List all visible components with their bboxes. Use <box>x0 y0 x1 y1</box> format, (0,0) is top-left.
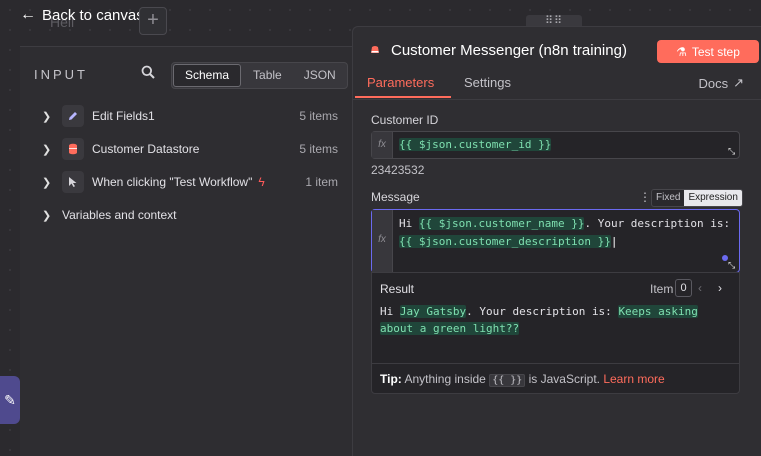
chevron-right-icon: ❯ <box>42 176 52 189</box>
chevron-left-icon[interactable]: ‹ <box>698 281 702 295</box>
node-parameters-panel: Customer Messenger (n8n training) ⚗ Test… <box>352 26 761 456</box>
variables-label: Variables and context <box>62 208 177 222</box>
back-to-canvas-link[interactable]: ← Back to canvas <box>20 6 144 24</box>
node-title: Customer Messenger (n8n training) <box>367 42 627 59</box>
message-prefix: Hi <box>399 217 419 230</box>
database-icon <box>62 138 84 160</box>
fixed-expression-toggle: Fixed Expression <box>651 189 743 207</box>
chevron-right-icon: ❯ <box>42 110 52 123</box>
arrow-left-icon: ← <box>20 6 36 23</box>
expression-token: {{ $json.customer_description }} <box>399 235 611 248</box>
docs-label: Docs <box>698 75 729 91</box>
search-icon[interactable] <box>141 65 155 79</box>
chevron-right-icon: ❯ <box>42 143 52 156</box>
fx-icon: fx <box>372 210 393 272</box>
input-node-count: 5 items <box>299 109 338 123</box>
message-label: Message <box>371 190 420 204</box>
result-label: Result <box>380 282 415 296</box>
input-node-row[interactable]: ❯ Customer Datastore 5 items <box>42 138 342 160</box>
input-node-label: Customer Datastore <box>92 142 200 156</box>
lightning-icon: ϟ <box>258 175 265 189</box>
expression-token: {{ $json.customer_id }} <box>399 138 552 151</box>
item-label: Item <box>650 282 674 296</box>
input-node-count: 1 item <box>305 175 338 189</box>
variables-row[interactable]: ❯ Variables and context <box>42 204 342 226</box>
input-title: INPUT <box>34 67 88 82</box>
mode-expression[interactable]: Expression <box>684 190 742 206</box>
external-link-icon: ↗ <box>733 75 744 90</box>
result-preview: Result Item 0 ‹ › Hi Jay Gatsby. Your de… <box>371 272 740 394</box>
tab-parameters[interactable]: Parameters <box>367 75 434 90</box>
item-index[interactable]: 0 <box>675 279 692 297</box>
test-step-button[interactable]: ⚗ Test step <box>657 40 759 63</box>
input-node-row[interactable]: ❯ Edit Fields1 5 items <box>42 105 342 127</box>
input-node-label: When clicking "Test Workflow" <box>92 175 253 189</box>
input-node-label: Edit Fields1 <box>92 109 155 123</box>
mode-fixed[interactable]: Fixed <box>652 190 684 206</box>
fx-icon: fx <box>372 132 393 158</box>
edit-pin-tab[interactable]: ✎ <box>0 376 20 424</box>
expand-icon[interactable]: ⤡ <box>728 261 737 270</box>
result-desc-line1: Keeps asking <box>618 305 698 318</box>
input-node-row[interactable]: ❯ When clicking "Test Workflow" ϟ 1 item <box>42 171 342 193</box>
message-middle: . Your description is: <box>584 217 731 230</box>
view-switcher: Schema Table JSON <box>171 62 348 89</box>
chevron-right-icon[interactable]: › <box>718 281 722 295</box>
customer-id-preview: 23423532 <box>371 163 425 177</box>
active-tab-indicator <box>355 96 451 98</box>
node-tabs: Parameters Settings Docs ↗ <box>353 71 761 100</box>
tip-bold: Tip: <box>380 372 402 386</box>
expression-token: {{ $json.customer_name }} <box>418 217 585 230</box>
view-json-tab[interactable]: JSON <box>293 63 347 88</box>
result-middle: . Your description is: <box>466 305 619 318</box>
input-node-count: 5 items <box>299 142 338 156</box>
learn-more-link[interactable]: Learn more <box>603 372 664 386</box>
add-node-button[interactable]: + <box>139 7 167 35</box>
customer-id-input[interactable]: fx {{ $json.customer_id }} ⤡ <box>371 131 740 159</box>
divider <box>372 363 739 364</box>
result-text: Hi Jay Gatsby. Your description is: Keep… <box>380 303 720 337</box>
tab-settings[interactable]: Settings <box>464 75 511 90</box>
expand-icon[interactable]: ⤡ <box>728 147 737 156</box>
cowboy-hat-icon <box>368 45 382 55</box>
result-prefix: Hi <box>380 305 400 318</box>
chevron-right-icon: ❯ <box>42 209 52 222</box>
pencil-icon: ✎ <box>4 391 16 408</box>
flask-icon: ⚗ <box>676 44 687 59</box>
tip-text-1: Anything inside <box>401 372 490 386</box>
message-input[interactable]: fx Hi {{ $json.customer_name }}. Your de… <box>371 209 740 273</box>
result-desc-line2: about a green light?? <box>380 322 520 335</box>
view-schema-tab[interactable]: Schema <box>173 64 242 87</box>
result-name: Jay Gatsby <box>399 305 467 318</box>
view-table-tab[interactable]: Table <box>242 63 293 88</box>
customer-id-label: Customer ID <box>371 113 439 127</box>
node-title-text: Customer Messenger (n8n training) <box>391 42 627 59</box>
pointer-icon <box>62 171 84 193</box>
test-step-label: Test step <box>691 44 740 59</box>
tip-code: {{ }} <box>489 374 526 387</box>
docs-link[interactable]: Docs ↗ <box>698 75 744 91</box>
back-to-canvas-label: Back to canvas <box>42 6 144 24</box>
tip-text-2: is JavaScript. <box>525 372 604 386</box>
input-panel: INPUT Schema Table JSON ❯ Edit Fields1 5… <box>20 46 352 456</box>
pencil-icon <box>62 105 84 127</box>
tip-text: Tip: Anything inside {{ }} is JavaScript… <box>380 372 665 387</box>
options-kebab-icon[interactable]: ⋮ <box>639 190 651 204</box>
